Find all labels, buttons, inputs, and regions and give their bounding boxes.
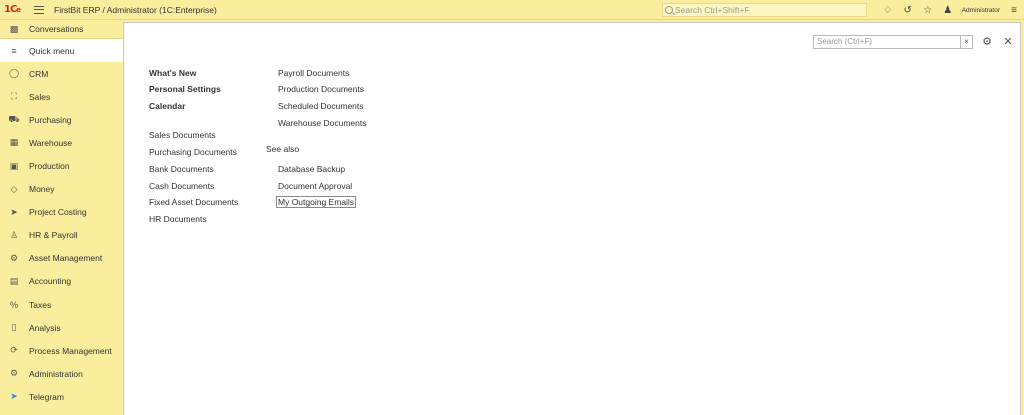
sidebar-item-telegram[interactable]: ➤ Telegram bbox=[0, 385, 123, 408]
sidebar-item-hr-payroll[interactable]: ♙ HR & Payroll bbox=[0, 224, 123, 247]
asset-icon: ⚙ bbox=[9, 252, 19, 263]
star-icon[interactable]: ☆ bbox=[922, 4, 934, 16]
sidebar-item-accounting[interactable]: ▤ Accounting bbox=[0, 270, 123, 293]
sidebar-item-quick-menu[interactable]: ≡ Quick menu bbox=[0, 39, 123, 63]
warehouse-icon: ▦ bbox=[9, 137, 19, 148]
sidebar-item-conversations[interactable]: ▩ Conversations bbox=[0, 20, 123, 39]
sidebar-item-warehouse[interactable]: ▦ Warehouse bbox=[0, 131, 123, 154]
link-cash-documents[interactable]: Cash Documents bbox=[149, 181, 214, 191]
top-bar: 1Ce FirstBit ERP / Administrator (1C:Ent… bbox=[0, 0, 1024, 20]
link-payroll-documents[interactable]: Payroll Documents bbox=[278, 68, 349, 78]
clear-search-button[interactable]: × bbox=[960, 35, 973, 49]
ledger-icon: ▤ bbox=[9, 275, 19, 286]
sidebar-item-label: Project Costing bbox=[29, 207, 87, 218]
sidebar-item-label: Money bbox=[29, 184, 55, 195]
money-icon: ◇ bbox=[10, 183, 18, 194]
see-also-heading: See also bbox=[266, 144, 300, 154]
link-sales-documents[interactable]: Sales Documents bbox=[149, 130, 216, 140]
sidebar-item-label: HR & Payroll bbox=[29, 230, 78, 241]
sidebar-item-production[interactable]: ▣ Production bbox=[0, 154, 123, 177]
percent-icon: % bbox=[9, 299, 18, 310]
factory-icon: ▣ bbox=[9, 160, 19, 171]
sidebar-item-label: Asset Management bbox=[29, 253, 103, 264]
gear-icon: ⚙ bbox=[9, 368, 19, 379]
link-personal-settings[interactable]: Personal Settings bbox=[149, 84, 221, 94]
sidebar-item-label: Process Management bbox=[29, 345, 112, 356]
sidebar-item-label: Sales bbox=[29, 91, 51, 102]
settings-menu-icon[interactable]: ≡ bbox=[1008, 4, 1020, 16]
sidebar: ▩ Conversations ≡ Quick menu ◯ CRM ⛶ Sal… bbox=[0, 20, 123, 415]
link-document-approval[interactable]: Document Approval bbox=[278, 181, 352, 191]
shop-icon: ⛶ bbox=[10, 91, 18, 102]
sidebar-item-sales[interactable]: ⛶ Sales bbox=[0, 85, 123, 108]
users-icon[interactable]: ♟ bbox=[942, 4, 954, 16]
app-logo: 1Ce bbox=[4, 3, 21, 15]
sidebar-item-label: Production bbox=[29, 161, 70, 172]
person-icon: ♙ bbox=[9, 229, 19, 240]
global-search-placeholder: Search Ctrl+Shift+F bbox=[675, 5, 750, 15]
sidebar-item-analysis[interactable]: ▯ Analysis bbox=[0, 316, 123, 339]
sidebar-item-label: Quick menu bbox=[29, 45, 75, 56]
close-icon[interactable]: ✕ bbox=[1001, 35, 1015, 49]
telegram-icon: ➤ bbox=[10, 391, 18, 402]
link-scheduled-documents[interactable]: Scheduled Documents bbox=[278, 101, 364, 111]
link-hr-documents[interactable]: HR Documents bbox=[149, 214, 207, 224]
sidebar-item-label: Taxes bbox=[29, 299, 52, 310]
link-whats-new[interactable]: What's New bbox=[149, 68, 196, 78]
sidebar-item-label: Telegram bbox=[29, 391, 64, 402]
search-icon bbox=[665, 6, 673, 14]
link-fixed-asset-documents[interactable]: Fixed Asset Documents bbox=[149, 197, 238, 207]
panel-search-input[interactable]: Search (Ctrl+F) bbox=[813, 35, 961, 49]
global-search-input[interactable]: Search Ctrl+Shift+F bbox=[662, 3, 867, 17]
truck-icon: ⛟ bbox=[8, 113, 20, 124]
link-production-documents[interactable]: Production Documents bbox=[278, 84, 364, 94]
sidebar-item-label: Analysis bbox=[29, 322, 61, 333]
sidebar-item-money[interactable]: ◇ Money bbox=[0, 178, 123, 201]
process-icon: ⟳ bbox=[10, 345, 18, 356]
sidebar-item-purchasing[interactable]: ⛟ Purchasing bbox=[0, 108, 123, 131]
link-calendar[interactable]: Calendar bbox=[149, 101, 185, 111]
chat-icon: ◯ bbox=[8, 68, 20, 79]
panel-settings-gear-icon[interactable]: ⚙ bbox=[980, 35, 994, 49]
sidebar-item-label: Conversations bbox=[29, 24, 84, 34]
link-database-backup[interactable]: Database Backup bbox=[278, 164, 345, 174]
hamburger-icon: ≡ bbox=[11, 45, 17, 56]
sidebar-item-administration[interactable]: ⚙ Administration bbox=[0, 362, 123, 385]
link-bank-documents[interactable]: Bank Documents bbox=[149, 164, 214, 174]
history-icon[interactable]: ↺ bbox=[902, 4, 914, 16]
sidebar-item-label: Administration bbox=[29, 368, 83, 379]
sidebar-item-taxes[interactable]: % Taxes bbox=[0, 293, 123, 316]
link-warehouse-documents[interactable]: Warehouse Documents bbox=[278, 118, 367, 128]
app-title: FirstBit ERP / Administrator (1C:Enterpr… bbox=[54, 4, 217, 15]
link-purchasing-documents[interactable]: Purchasing Documents bbox=[149, 147, 237, 157]
sidebar-item-asset-management[interactable]: ⚙ Asset Management bbox=[0, 247, 123, 270]
sidebar-item-label: Warehouse bbox=[29, 137, 73, 148]
sidebar-item-crm[interactable]: ◯ CRM bbox=[0, 62, 123, 85]
top-icons: ♢ ↺ ☆ ♟ Administrator ≡ bbox=[882, 2, 1020, 18]
rocket-icon: ➤ bbox=[10, 206, 18, 217]
main-menu-icon[interactable] bbox=[34, 5, 44, 14]
sidebar-item-project-costing[interactable]: ➤ Project Costing bbox=[0, 201, 123, 224]
sidebar-item-label: CRM bbox=[29, 68, 49, 79]
link-my-outgoing-emails[interactable]: My Outgoing Emails bbox=[275, 196, 357, 208]
current-user[interactable]: Administrator bbox=[962, 7, 1000, 14]
quick-menu-panel: Search (Ctrl+F) × ⚙ ✕ What's New Persona… bbox=[123, 22, 1021, 415]
sidebar-item-label: Purchasing bbox=[29, 114, 72, 125]
sidebar-item-label: Accounting bbox=[29, 276, 72, 287]
conversation-icon: ▩ bbox=[9, 23, 19, 34]
chart-icon: ▯ bbox=[11, 322, 17, 333]
bell-icon[interactable]: ♢ bbox=[882, 4, 894, 16]
sidebar-item-process-management[interactable]: ⟳ Process Management bbox=[0, 339, 123, 362]
